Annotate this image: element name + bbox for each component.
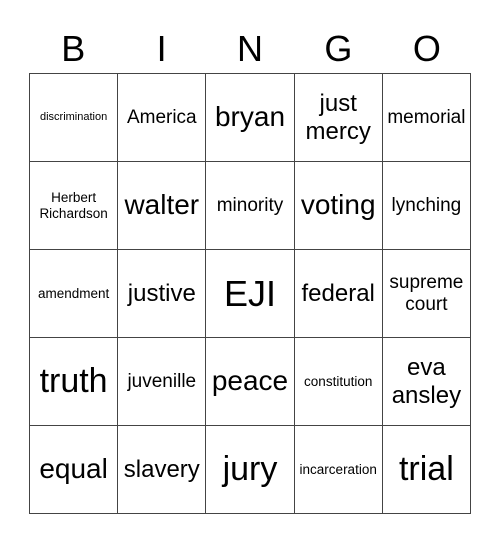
bingo-cell[interactable]: eva ansley	[382, 338, 471, 426]
bingo-cell[interactable]: walter	[118, 162, 207, 250]
bingo-cell[interactable]: incarceration	[294, 426, 383, 514]
bingo-cell[interactable]: amendment	[30, 250, 119, 338]
bingo-cell[interactable]: federal	[294, 250, 383, 338]
bingo-cell[interactable]: America	[118, 74, 207, 162]
bingo-cell[interactable]: voting	[294, 162, 383, 250]
bingo-header: B I N G O	[29, 26, 471, 72]
bingo-cell[interactable]: EJI	[206, 250, 295, 338]
bingo-cell[interactable]: slavery	[118, 426, 207, 514]
bingo-cell[interactable]: justive	[118, 250, 207, 338]
bingo-cell[interactable]: bryan	[206, 74, 295, 162]
header-letter-n: N	[237, 28, 264, 69]
header-letter-b: B	[61, 28, 86, 69]
bingo-cell[interactable]: memorial	[382, 74, 471, 162]
bingo-cell[interactable]: juvenille	[118, 338, 207, 426]
bingo-cell[interactable]: constitution	[294, 338, 383, 426]
bingo-cell[interactable]: peace	[206, 338, 295, 426]
bingo-cell[interactable]: equal	[30, 426, 119, 514]
header-letter-g: G	[324, 28, 353, 69]
header-letter-i: I	[156, 28, 167, 69]
bingo-cell[interactable]: Herbert Richardson	[30, 162, 119, 250]
bingo-cell[interactable]: minority	[206, 162, 295, 250]
bingo-card: discrimination America bryan just mercy …	[29, 73, 471, 514]
bingo-cell[interactable]: trial	[382, 426, 471, 514]
bingo-cell[interactable]: supreme court	[382, 250, 471, 338]
bingo-cell[interactable]: just mercy	[294, 74, 383, 162]
bingo-cell[interactable]: truth	[30, 338, 119, 426]
bingo-cell[interactable]: lynching	[382, 162, 471, 250]
header-letter-o: O	[412, 28, 441, 69]
bingo-cell[interactable]: jury	[206, 426, 295, 514]
bingo-cell[interactable]: discrimination	[30, 74, 119, 162]
